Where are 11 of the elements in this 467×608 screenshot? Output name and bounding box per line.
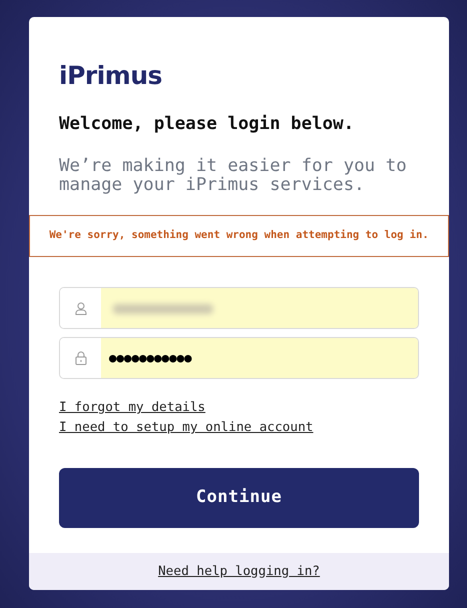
logo: iPrimus [59,63,164,88]
error-message: We're sorry, something went wrong when attempting to log in. [29,215,449,257]
heading: Welcome, please login below. [59,114,356,135]
lock-icon [74,351,86,365]
username-field[interactable] [59,287,419,329]
subtitle: We’re making it easier for you to manage your iPrimus services. [59,157,408,195]
user-icon [74,302,86,314]
text-link[interactable]: I forgot my details [59,398,206,418]
password-field[interactable]: ●●●●●●●●●●● [59,337,419,379]
text-link[interactable]: I need to setup my online account [59,418,314,438]
continue-button[interactable]: Continue [59,468,419,528]
